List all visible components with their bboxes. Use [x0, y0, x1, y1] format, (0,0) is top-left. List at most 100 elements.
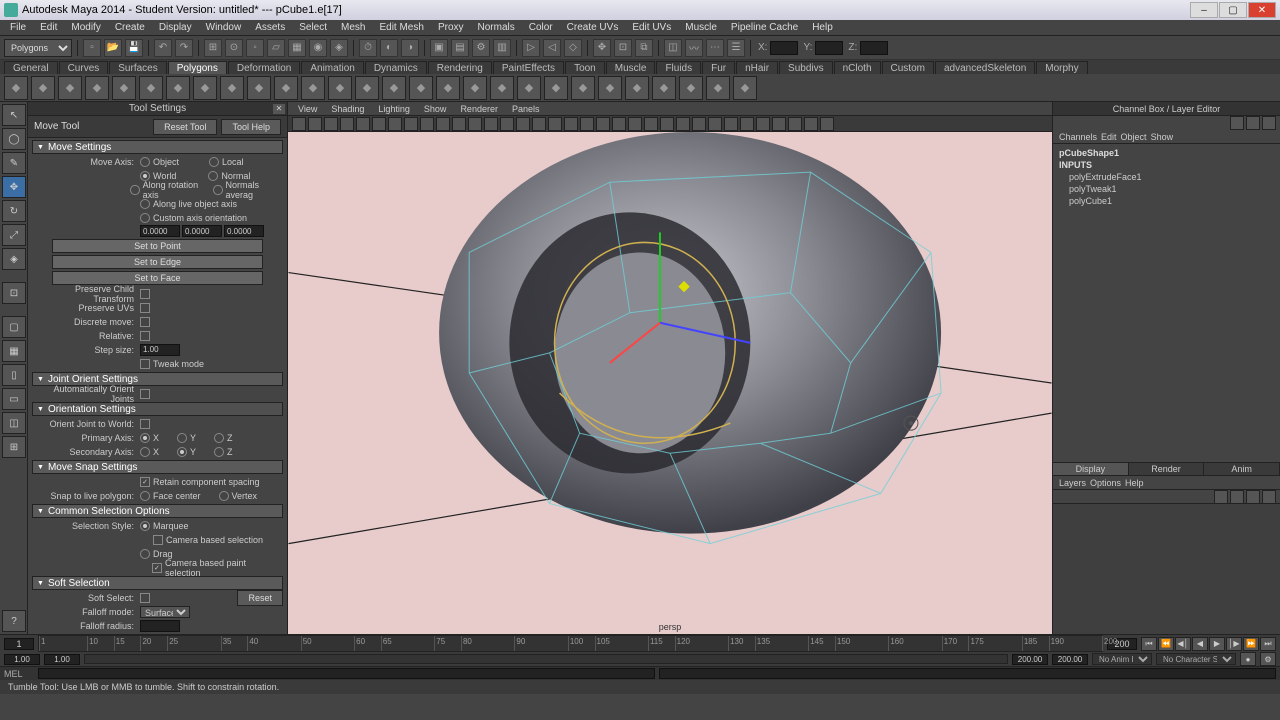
shelf-icon-1[interactable]: ◆: [31, 76, 55, 100]
vp-toolbar-icon-11[interactable]: [468, 117, 482, 131]
vp-toolbar-icon-1[interactable]: [308, 117, 322, 131]
shelf-icon-23[interactable]: ◆: [625, 76, 649, 100]
menu-file[interactable]: File: [4, 21, 32, 34]
ch-ico3[interactable]: [1262, 116, 1276, 130]
ch-menu-object[interactable]: Object: [1121, 132, 1147, 142]
shelf-icon-11[interactable]: ◆: [301, 76, 325, 100]
shelf-icon-7[interactable]: ◆: [193, 76, 217, 100]
soft-reset-button[interactable]: Reset: [237, 590, 283, 606]
goto-start[interactable]: ⏮: [1141, 637, 1157, 651]
shelf-icon-22[interactable]: ◆: [598, 76, 622, 100]
vp-toolbar-icon-6[interactable]: [388, 117, 402, 131]
hyper-icon[interactable]: ⧉: [635, 39, 653, 57]
history-polyTweak1[interactable]: polyTweak1: [1059, 184, 1274, 196]
orient-world-chk[interactable]: [140, 419, 150, 429]
frame-icon[interactable]: ⊡: [614, 39, 632, 57]
menu-normals[interactable]: Normals: [472, 21, 521, 34]
shelf-icon-8[interactable]: ◆: [220, 76, 244, 100]
vp-toolbar-icon-13[interactable]: [500, 117, 514, 131]
shelf-icon-18[interactable]: ◆: [490, 76, 514, 100]
snap-point-icon[interactable]: ◦: [246, 39, 264, 57]
minimize-button[interactable]: –: [1190, 2, 1218, 18]
vp-menu-renderer[interactable]: Renderer: [454, 104, 504, 114]
auto-key[interactable]: ●: [1240, 652, 1256, 666]
range-slider[interactable]: [84, 654, 1008, 664]
vp-menu-view[interactable]: View: [292, 104, 323, 114]
play-fwd[interactable]: ▶: [1209, 637, 1225, 651]
shelf-icon-10[interactable]: ◆: [274, 76, 298, 100]
shelf-tab-deformation[interactable]: Deformation: [228, 61, 300, 74]
step-back[interactable]: ⏪: [1158, 637, 1174, 651]
reset-tool-button[interactable]: Reset Tool: [153, 119, 217, 135]
select-tool[interactable]: ↖: [2, 104, 26, 126]
vp-toolbar-icon-17[interactable]: [564, 117, 578, 131]
shelf-tab-muscle[interactable]: Muscle: [606, 61, 656, 74]
x-input[interactable]: [770, 41, 798, 55]
step-input[interactable]: [140, 344, 180, 356]
vp-toolbar-icon-30[interactable]: [772, 117, 786, 131]
layer-menu-options[interactable]: Options: [1090, 478, 1121, 488]
shelf-tab-morphy[interactable]: Morphy: [1036, 61, 1087, 74]
shelf-icon-12[interactable]: ◆: [328, 76, 352, 100]
shelf-tab-fur[interactable]: Fur: [702, 61, 735, 74]
axis-navg[interactable]: [213, 185, 222, 195]
range-start[interactable]: [4, 654, 40, 665]
cons-out-icon[interactable]: ◑: [401, 39, 419, 57]
common-sel-header[interactable]: ▼Common Selection Options: [32, 504, 283, 518]
snap-view-icon[interactable]: ▦: [288, 39, 306, 57]
menu-mesh[interactable]: Mesh: [335, 21, 371, 34]
outl-icon[interactable]: ☰: [727, 39, 745, 57]
vp-toolbar-icon-31[interactable]: [788, 117, 802, 131]
range-end2[interactable]: [1052, 654, 1088, 665]
snap-curve-icon[interactable]: ⊙: [225, 39, 243, 57]
orient-settings-header[interactable]: ▼Orientation Settings: [32, 402, 283, 416]
menu-edit-uvs[interactable]: Edit UVs: [626, 21, 677, 34]
lyr-ico3[interactable]: [1246, 490, 1260, 504]
single-view[interactable]: ▢: [2, 316, 26, 338]
two-hv-view[interactable]: ▯: [2, 364, 26, 386]
layer-menu-help[interactable]: Help: [1125, 478, 1144, 488]
dope-icon[interactable]: ⋯: [706, 39, 724, 57]
uv-icon[interactable]: ◫: [664, 39, 682, 57]
snap-grid-icon[interactable]: ⊞: [204, 39, 222, 57]
move-settings-header[interactable]: ▼Move Settings: [32, 140, 283, 154]
custom-z[interactable]: [224, 225, 264, 237]
shelf-icon-17[interactable]: ◆: [463, 76, 487, 100]
vp-toolbar-icon-0[interactable]: [292, 117, 306, 131]
menu-assets[interactable]: Assets: [249, 21, 291, 34]
vp-toolbar-icon-4[interactable]: [356, 117, 370, 131]
menu-color[interactable]: Color: [523, 21, 559, 34]
hist-icon[interactable]: ⏱: [359, 39, 377, 57]
layer-tab-display[interactable]: Display: [1053, 463, 1129, 475]
soft-chk[interactable]: [140, 593, 150, 603]
vp-menu-show[interactable]: Show: [418, 104, 453, 114]
shelf-tab-fluids[interactable]: Fluids: [656, 61, 701, 74]
ch-ico2[interactable]: [1246, 116, 1260, 130]
vp-toolbar-icon-20[interactable]: [612, 117, 626, 131]
mode-select[interactable]: Polygons: [4, 39, 72, 57]
shelf-icon-24[interactable]: ◆: [652, 76, 676, 100]
rotate-tool[interactable]: ↻: [2, 200, 26, 222]
shelf-icon-26[interactable]: ◆: [706, 76, 730, 100]
layer-tab-anim[interactable]: Anim: [1204, 463, 1280, 475]
menu-pipeline-cache[interactable]: Pipeline Cache: [725, 21, 804, 34]
lyr-ico4[interactable]: [1262, 490, 1276, 504]
goto-end[interactable]: ⏭: [1260, 637, 1276, 651]
close-button[interactable]: ✕: [1248, 2, 1276, 18]
paint-tool[interactable]: ✎: [2, 152, 26, 174]
vp-toolbar-icon-3[interactable]: [340, 117, 354, 131]
shelf-icon-19[interactable]: ◆: [517, 76, 541, 100]
vp-toolbar-icon-32[interactable]: [804, 117, 818, 131]
graph-icon[interactable]: 〰: [685, 39, 703, 57]
tl-start[interactable]: 1: [4, 638, 34, 650]
menu-muscle[interactable]: Muscle: [679, 21, 723, 34]
shelf-icon-9[interactable]: ◆: [247, 76, 271, 100]
shape-node[interactable]: pCubeShape1: [1059, 148, 1274, 160]
menu-window[interactable]: Window: [200, 21, 248, 34]
save-icon[interactable]: 💾: [125, 39, 143, 57]
menu-modify[interactable]: Modify: [65, 21, 106, 34]
snap-proj-icon[interactable]: ◈: [330, 39, 348, 57]
shelf-icon-27[interactable]: ◆: [733, 76, 757, 100]
retain-chk[interactable]: [140, 477, 150, 487]
vp-toolbar-icon-5[interactable]: [372, 117, 386, 131]
